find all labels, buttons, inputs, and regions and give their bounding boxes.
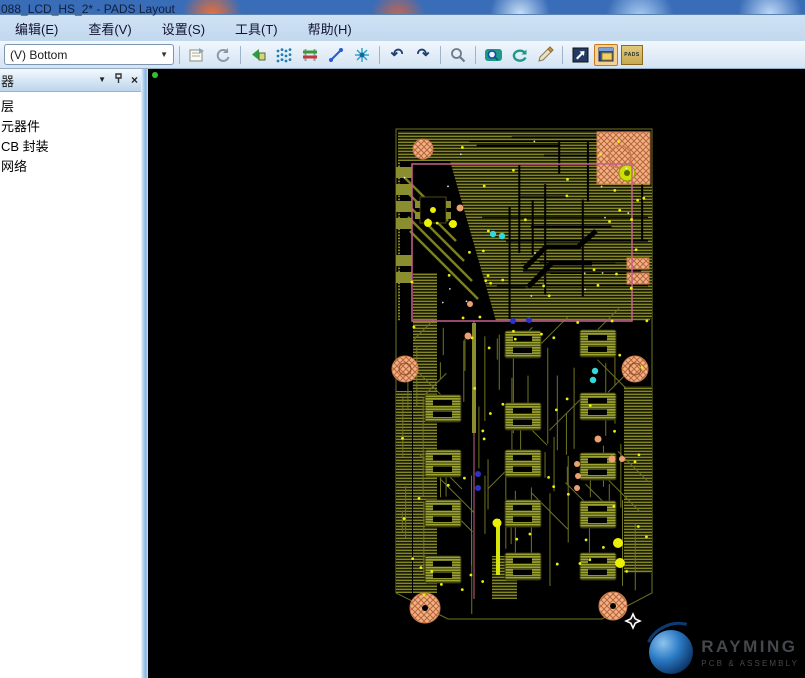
panel-title: 器 bbox=[1, 73, 15, 89]
project-explorer-header: 器 ▼ × bbox=[0, 69, 148, 92]
toolbar-separator bbox=[179, 45, 180, 64]
fanout-icon[interactable] bbox=[350, 44, 374, 66]
layer-bars-icon[interactable] bbox=[298, 44, 322, 66]
panel-menu-chevron-icon[interactable]: ▼ bbox=[98, 75, 106, 85]
watermark-tagline: PCB & ASSEMBLY bbox=[701, 658, 799, 668]
toolbar-separator bbox=[440, 45, 441, 64]
brush-icon[interactable] bbox=[533, 44, 557, 66]
rotate-view-icon[interactable] bbox=[507, 44, 531, 66]
menubar: 编辑(E) 查看(V) 设置(S) 工具(T) 帮助(H) bbox=[0, 14, 805, 41]
layer-selector[interactable]: (V) Bottom ▼ bbox=[4, 44, 174, 65]
rayming-logo-icon bbox=[649, 630, 694, 674]
layer-selector-value: (V) Bottom bbox=[10, 47, 68, 62]
toolbar-separator bbox=[562, 45, 563, 64]
design-canvas[interactable]: RAYMING PCB & ASSEMBLY bbox=[148, 69, 805, 678]
edge-connector-pads bbox=[396, 167, 412, 283]
rayming-watermark: RAYMING PCB & ASSEMBLY bbox=[649, 630, 799, 674]
tree-item-nets[interactable]: 网络 bbox=[0, 157, 148, 177]
panel-pin-icon[interactable] bbox=[114, 73, 123, 87]
watermark-brand: RAYMING bbox=[701, 636, 798, 656]
tree-item-pcb-decals[interactable]: CB 封装 bbox=[0, 137, 148, 157]
pcb-board bbox=[152, 72, 653, 630]
tool-window-icon[interactable] bbox=[568, 44, 592, 66]
pads-layout-window: 088_LCD_HS_2* - PADS Layout 编辑(E) 查看(V) … bbox=[0, 0, 805, 678]
chevron-down-icon[interactable]: ▼ bbox=[160, 50, 168, 59]
menu-edit[interactable]: 编辑(E) bbox=[0, 19, 73, 38]
window-title: 088_LCD_HS_2* - PADS Layout bbox=[1, 2, 175, 16]
zoom-area-icon[interactable] bbox=[481, 44, 505, 66]
layout-window-icon[interactable] bbox=[594, 43, 618, 66]
toolbar-separator bbox=[379, 45, 380, 64]
undo-icon[interactable]: ↶ bbox=[385, 44, 409, 66]
tree-item-components[interactable]: 元器件 bbox=[0, 117, 148, 137]
route-waves-icon[interactable] bbox=[272, 44, 296, 66]
titlebar: 088_LCD_HS_2* - PADS Layout bbox=[0, 0, 805, 16]
toolbar-separator bbox=[240, 45, 241, 64]
round-pad bbox=[412, 138, 434, 160]
verify-design-icon[interactable] bbox=[246, 44, 270, 66]
menu-help[interactable]: 帮助(H) bbox=[293, 19, 367, 38]
project-explorer-panel: 器 ▼ × 层 元器件 CB 封装 网络 bbox=[0, 69, 148, 678]
pads-logo-icon[interactable]: PADS bbox=[620, 44, 644, 66]
redo-icon[interactable]: ↷ bbox=[411, 44, 435, 66]
crosshair-cursor bbox=[624, 612, 642, 630]
tree-item-layers[interactable]: 层 bbox=[0, 97, 148, 117]
menu-tools[interactable]: 工具(T) bbox=[220, 19, 293, 38]
toolbar: (V) Bottom ▼ ↶ ↷ PADS bbox=[0, 41, 805, 69]
add-route-icon[interactable] bbox=[324, 44, 348, 66]
sheet-report-icon[interactable] bbox=[185, 44, 209, 66]
zoom-icon[interactable] bbox=[446, 44, 470, 66]
menu-setup[interactable]: 设置(S) bbox=[147, 19, 220, 38]
project-explorer-tree: 层 元器件 CB 封装 网络 bbox=[0, 92, 148, 177]
origin-marker bbox=[152, 72, 158, 78]
panel-close-icon[interactable]: × bbox=[131, 74, 138, 86]
redraw-icon[interactable] bbox=[211, 44, 235, 66]
menu-view[interactable]: 查看(V) bbox=[73, 19, 146, 38]
toolbar-separator bbox=[475, 45, 476, 64]
